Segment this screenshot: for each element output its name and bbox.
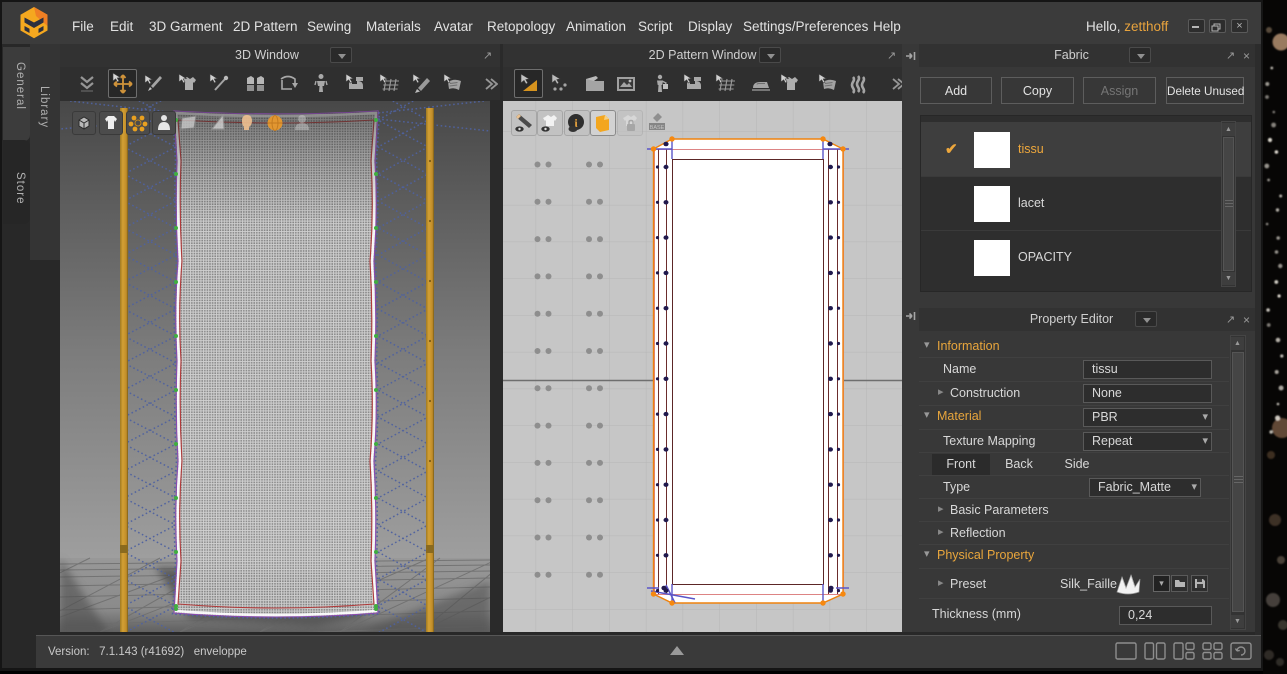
svg-text:BASE: BASE bbox=[650, 125, 665, 131]
